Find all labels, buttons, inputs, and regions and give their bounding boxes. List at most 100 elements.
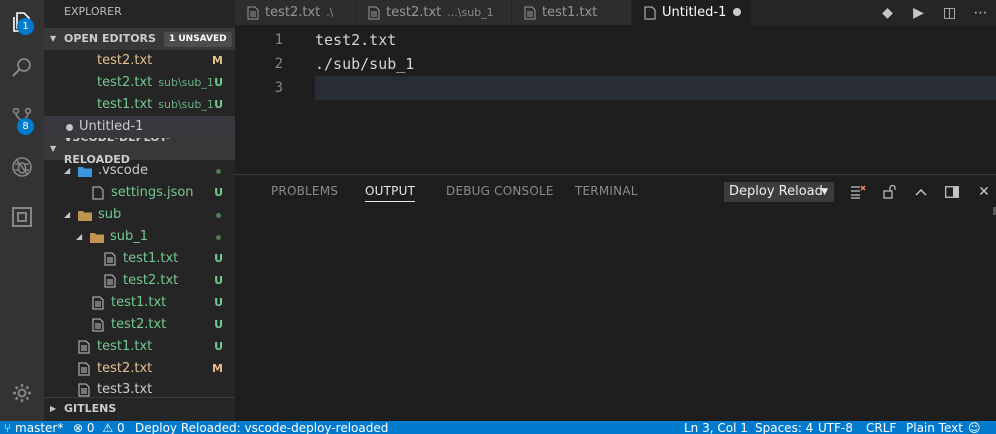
maximize-panel-icon[interactable] [910, 181, 932, 203]
file-icon [78, 76, 90, 90]
warning-icon: ⚠ [102, 421, 114, 434]
more-actions-icon[interactable]: ⋯ [965, 5, 996, 21]
chevron-right-icon: ▶ [50, 403, 57, 413]
tab-description: .\ [326, 6, 334, 19]
clear-output-icon[interactable] [847, 181, 869, 203]
explorer-icon[interactable]: 1 [0, 0, 44, 44]
status-dot [216, 212, 221, 218]
line-number-gutter: 1 2 3 [235, 28, 295, 100]
tree-folder[interactable]: ◢ sub_1 [44, 226, 235, 248]
branch-name: master* [15, 421, 64, 434]
tree-item-name: settings.json [111, 185, 194, 200]
bottom-panel: PROBLEMS OUTPUT DEBUG CONSOLE TERMINAL D… [235, 174, 996, 421]
tab-test2[interactable]: test2.txt .\ [235, 0, 356, 25]
tree-item-name: test2.txt [111, 317, 167, 332]
open-editor-item[interactable]: test2.txt M [44, 50, 235, 72]
source-control-badge: 8 [17, 118, 34, 135]
file-icon [78, 98, 90, 112]
branch-status[interactable]: ⑂ master* [4, 422, 63, 434]
code-line-current[interactable] [315, 76, 996, 100]
editor-actions: ◆ ▶ ◫ ⋯ [872, 0, 996, 25]
folder-icon [78, 210, 92, 221]
tree-file[interactable]: test2.txt M [44, 358, 235, 380]
open-editor-item[interactable]: test2.txt sub\sub_1 U [44, 72, 235, 94]
chevron-down-icon: ◢ [64, 210, 71, 219]
deploy-status-message[interactable]: Deploy Reloaded: vscode-deploy-reloaded [135, 422, 388, 434]
tree-item-name: test1.txt [123, 251, 179, 266]
file-icon [92, 318, 104, 332]
unsaved-badge: 1 UNSAVED [163, 31, 232, 47]
error-count: 0 [86, 421, 95, 434]
smiley-feedback-icon[interactable]: ☺ [968, 422, 981, 434]
search-icon[interactable] [0, 46, 44, 90]
tree-item-name: sub_1 [110, 229, 149, 244]
git-status-badge: U [214, 318, 223, 331]
chevron-down-icon: ▼ [821, 187, 828, 197]
chevron-down-icon: ▼ [50, 34, 57, 43]
code-line[interactable]: test2.txt [315, 28, 996, 52]
tree-item-name: sub [98, 207, 122, 222]
vscode-folder-icon [78, 166, 92, 177]
tab-problems[interactable]: PROBLEMS [271, 184, 338, 198]
language-mode[interactable]: Plain Text [906, 422, 963, 434]
debug-icon[interactable] [0, 145, 44, 189]
tree-file[interactable]: test1.txt U [44, 248, 235, 270]
status-dot [216, 168, 221, 174]
git-status-badge: U [214, 296, 223, 309]
git-status-badge: U [214, 186, 223, 199]
file-icon [247, 6, 259, 19]
tree-file[interactable]: settings.json U [44, 182, 235, 204]
source-control-icon[interactable]: 8 [0, 96, 44, 140]
indentation-status[interactable]: Spaces: 4 [755, 422, 813, 434]
file-icon [78, 383, 90, 397]
run-icon[interactable]: ▶ [903, 5, 934, 21]
open-editor-name: test2.txt [97, 75, 153, 90]
eol-status[interactable]: CRLF [866, 422, 896, 434]
line-number: 1 [274, 32, 283, 48]
tab-output[interactable]: OUTPUT [365, 184, 416, 202]
tree-file[interactable]: test1.txt U [44, 292, 235, 314]
open-editors-label: OPEN EDITORS [64, 32, 156, 45]
tree-file[interactable]: test2.txt U [44, 270, 235, 292]
tab-test2-sub[interactable]: test2.txt ...\sub_1 [356, 0, 512, 25]
open-editor-item-selected[interactable]: Untitled-1 [44, 116, 235, 138]
code-line[interactable]: ./sub/sub_1 [315, 52, 996, 76]
tree-file[interactable]: test2.txt U [44, 314, 235, 336]
file-icon [104, 252, 116, 266]
cursor-position[interactable]: Ln 3, Col 1 [684, 422, 748, 434]
warning-count: 0 [116, 421, 125, 434]
git-status-badge: U [214, 252, 223, 265]
tab-untitled-1[interactable]: Untitled-1 [632, 0, 752, 25]
close-panel-icon[interactable]: ✕ [973, 181, 995, 203]
file-icon [524, 6, 536, 19]
project-header[interactable]: ▼ VSCODE-DEPLOY-RELOADED [44, 131, 235, 166]
gitlens-header[interactable]: ▶ GITLENS [44, 397, 235, 419]
line-number: 2 [274, 56, 283, 72]
toggle-panel-position-icon[interactable] [941, 181, 963, 203]
git-status-badge: U [214, 76, 223, 89]
open-editor-item[interactable]: test1.txt sub\sub_1 U [44, 94, 235, 116]
settings-gear-icon[interactable] [0, 371, 44, 415]
unsaved-dot-icon[interactable] [733, 8, 741, 16]
tab-test1[interactable]: test1.txt [512, 0, 632, 25]
status-dot [216, 234, 221, 240]
extensions-icon[interactable] [0, 195, 44, 239]
file-icon [368, 6, 380, 19]
output-channel-select[interactable]: Deploy Reload ▼ [724, 182, 834, 202]
tab-debug-console[interactable]: DEBUG CONSOLE [446, 184, 554, 198]
tree-folder[interactable]: ◢ .vscode [44, 160, 235, 182]
git-compare-icon[interactable]: ◆ [872, 5, 903, 21]
encoding-status[interactable]: UTF-8 [818, 422, 853, 434]
git-status-badge: M [212, 54, 223, 67]
tree-folder[interactable]: ◢ sub [44, 204, 235, 226]
tab-terminal[interactable]: TERMINAL [575, 184, 638, 198]
gitlens-label: GITLENS [64, 401, 117, 415]
open-editors-header[interactable]: ▼ OPEN EDITORS 1 UNSAVED [44, 28, 235, 50]
problems-status[interactable]: ⊗ 0 ⚠ 0 [73, 422, 125, 434]
file-icon [92, 296, 104, 310]
tree-file[interactable]: test1.txt U [44, 336, 235, 358]
lock-scroll-icon[interactable] [879, 181, 901, 203]
tree-item-name: test1.txt [111, 295, 167, 310]
split-editor-icon[interactable]: ◫ [934, 5, 965, 21]
code-editor[interactable]: test2.txt ./sub/sub_1 [315, 28, 996, 100]
